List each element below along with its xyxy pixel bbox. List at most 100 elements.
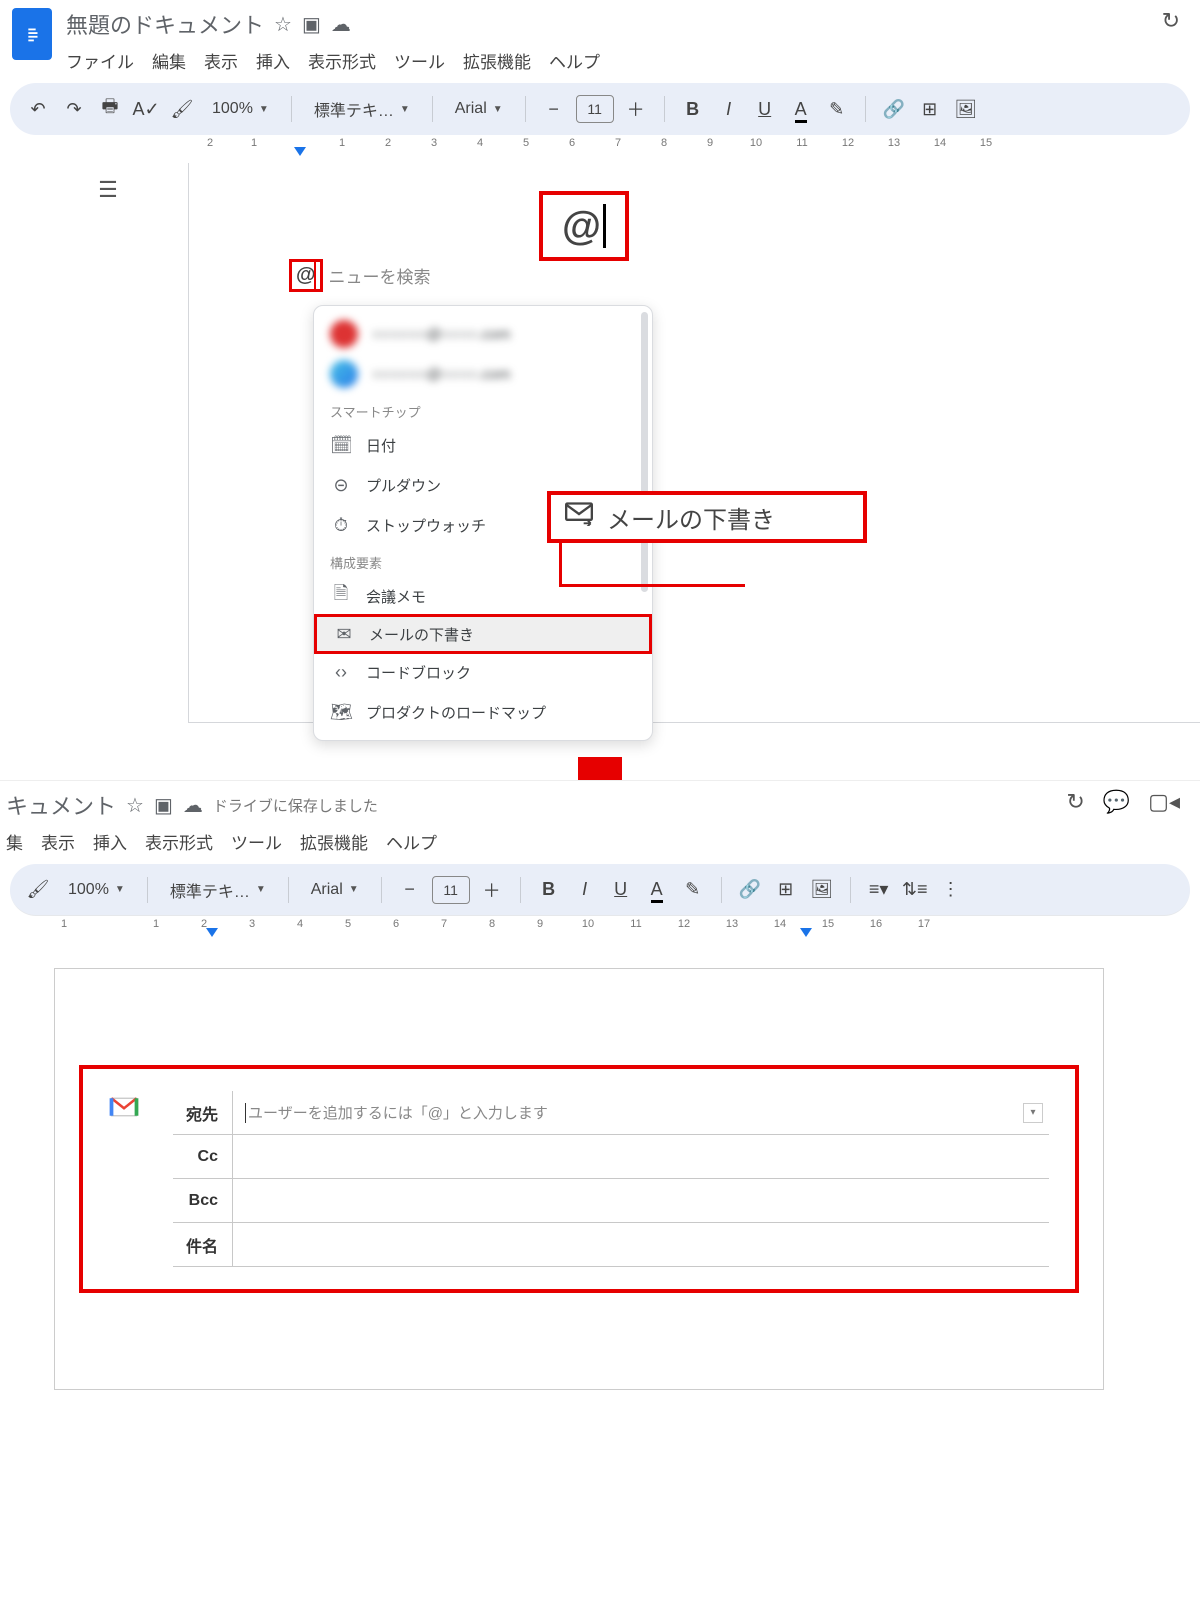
more-button[interactable]: ⋮	[937, 873, 965, 907]
bold-button[interactable]: B	[679, 92, 707, 126]
star-icon[interactable]: ☆	[126, 793, 144, 818]
insert-image-button[interactable]: 🖼	[952, 92, 980, 126]
annotation-at-zoom: @	[539, 191, 629, 261]
undo-button[interactable]: ↶	[24, 92, 52, 126]
field-label-to: 宛先	[173, 1091, 233, 1134]
menu-insert[interactable]: 挿入	[256, 48, 290, 73]
move-folder-icon[interactable]: ▣	[302, 12, 321, 37]
code-icon: ‹›	[330, 662, 352, 683]
line-spacing-button[interactable]: ⇅≡	[901, 873, 929, 907]
calendar-icon: 🗓	[330, 435, 352, 456]
horizontal-ruler: 1 1 2 3 4 5 6 7 8 9 10 11 12 13 14 15 16…	[0, 916, 1200, 944]
comments-icon[interactable]: 💬	[1103, 789, 1130, 815]
field-label-subject: 件名	[173, 1223, 233, 1266]
menu-help[interactable]: ヘルプ	[386, 829, 437, 854]
star-icon[interactable]: ☆	[274, 12, 292, 37]
menu-extensions[interactable]: 拡張機能	[463, 48, 531, 73]
mail-send-icon	[565, 502, 593, 533]
field-input-subject[interactable]	[233, 1223, 1049, 1266]
stopwatch-icon: ⏱	[330, 515, 352, 536]
popup-item-date[interactable]: 🗓日付	[314, 425, 652, 465]
history-icon[interactable]: ↻	[1066, 789, 1084, 815]
underline-button[interactable]: U	[751, 92, 779, 126]
doc-title-partial[interactable]: キュメント	[6, 789, 116, 821]
popup-section-smartchip: スマートチップ	[314, 394, 652, 425]
font-size-increase[interactable]: ＋	[622, 92, 650, 126]
email-draft-block[interactable]: 宛先 ユーザーを追加するには「@」と入力します ▾ Cc Bcc 件名	[79, 1065, 1079, 1293]
insert-link-button[interactable]: 🔗	[880, 92, 908, 126]
move-folder-icon[interactable]: ▣	[154, 793, 173, 818]
toolbar: ↶ ↷ 🖶 A✓ 🖌 100%▼ 標準テキ…▼ Arial▼ − 11 ＋ B …	[10, 83, 1190, 135]
menu-format[interactable]: 表示形式	[145, 829, 213, 854]
redo-button[interactable]: ↷	[60, 92, 88, 126]
font-size-decrease[interactable]: −	[540, 92, 568, 126]
doc-icon: 🗎	[330, 581, 352, 611]
horizontal-ruler: 2 1 1 2 3 4 5 6 7 8 9 10 11 12 13 14 15	[0, 135, 1200, 163]
document-page[interactable]: 宛先 ユーザーを追加するには「@」と入力します ▾ Cc Bcc 件名	[54, 968, 1104, 1390]
gmail-icon	[109, 1095, 139, 1125]
font-dropdown[interactable]: Arial▼	[447, 100, 511, 118]
font-dropdown[interactable]: Arial▼	[303, 881, 367, 899]
save-status-text: ドライブに保存しました	[213, 795, 378, 816]
history-icon[interactable]: ↻	[1162, 8, 1180, 34]
insert-comment-button[interactable]: ⊞	[916, 92, 944, 126]
highlight-button[interactable]: ✎	[679, 873, 707, 907]
menu-view[interactable]: 表示	[204, 48, 238, 73]
spellcheck-button[interactable]: A✓	[132, 92, 160, 126]
paint-format-button[interactable]: 🖌	[168, 92, 196, 126]
mail-send-icon: ✉	[333, 624, 355, 645]
contact-suggestion[interactable]: ○○○○○○@○○○○.com	[314, 354, 652, 394]
zoom-dropdown[interactable]: 100%▼	[60, 881, 133, 899]
insert-image-button[interactable]: 🖼	[808, 873, 836, 907]
menu-file[interactable]: ファイル	[66, 48, 134, 73]
field-input-to[interactable]: ユーザーを追加するには「@」と入力します	[233, 1091, 1023, 1134]
menu-edit[interactable]: 集	[6, 829, 23, 854]
text-color-button[interactable]: A	[643, 873, 671, 907]
vertical-ruler	[0, 163, 28, 723]
underline-button[interactable]: U	[607, 873, 635, 907]
font-size-increase[interactable]: ＋	[478, 873, 506, 907]
print-button[interactable]: 🖶	[96, 92, 124, 126]
field-input-cc[interactable]	[233, 1135, 1049, 1178]
font-size-input[interactable]: 11	[576, 95, 614, 123]
menu-insert[interactable]: 挿入	[93, 829, 127, 854]
popup-item-code-block[interactable]: ‹›コードブロック	[314, 652, 652, 692]
docs-app-icon[interactable]	[12, 8, 52, 60]
menu-help[interactable]: ヘルプ	[549, 48, 600, 73]
menu-tools[interactable]: ツール	[231, 829, 282, 854]
to-dropdown-icon[interactable]: ▾	[1023, 1103, 1043, 1123]
contact-suggestion[interactable]: ○○○○○○@○○○○.com	[314, 314, 652, 354]
menu-view[interactable]: 表示	[41, 829, 75, 854]
menu-edit[interactable]: 編集	[152, 48, 186, 73]
menu-format[interactable]: 表示形式	[308, 48, 376, 73]
zoom-dropdown[interactable]: 100%▼	[204, 100, 277, 118]
popup-item-roadmap[interactable]: 🗺プロダクトのロードマップ	[314, 692, 652, 732]
document-page[interactable]: @ ニューを検索 @ ○○○○○○@○○○○.com ○○○○○○@○○○○.c…	[188, 163, 1200, 723]
outline-toggle-icon[interactable]: ☰	[98, 177, 118, 723]
insert-link-button[interactable]: 🔗	[736, 873, 764, 907]
toolbar: 🖌 100%▼ 標準テキ…▼ Arial▼ − 11 ＋ B I U A ✎ 🔗…	[10, 864, 1190, 916]
paint-format-button[interactable]: 🖌	[24, 873, 52, 907]
highlight-button[interactable]: ✎	[823, 92, 851, 126]
pill-icon: ⊝	[330, 475, 352, 496]
field-label-cc: Cc	[173, 1135, 233, 1178]
annotation-connector	[314, 261, 582, 291]
paragraph-style-dropdown[interactable]: 標準テキ…▼	[306, 97, 418, 121]
doc-title[interactable]: 無題のドキュメント	[66, 8, 264, 40]
field-input-bcc[interactable]	[233, 1179, 1049, 1222]
font-size-decrease[interactable]: −	[396, 873, 424, 907]
text-color-button[interactable]: A	[787, 92, 815, 126]
paragraph-style-dropdown[interactable]: 標準テキ…▼	[162, 878, 274, 902]
bold-button[interactable]: B	[535, 873, 563, 907]
menu-extensions[interactable]: 拡張機能	[300, 829, 368, 854]
italic-button[interactable]: I	[715, 92, 743, 126]
map-icon: 🗺	[330, 702, 352, 723]
meet-icon[interactable]: ▢◂	[1148, 789, 1180, 815]
field-label-bcc: Bcc	[173, 1179, 233, 1222]
italic-button[interactable]: I	[571, 873, 599, 907]
menu-tools[interactable]: ツール	[394, 48, 445, 73]
font-size-input[interactable]: 11	[432, 876, 470, 904]
align-button[interactable]: ≡▾	[865, 873, 893, 907]
popup-item-email-draft[interactable]: ✉メールの下書き	[314, 614, 652, 654]
insert-comment-button[interactable]: ⊞	[772, 873, 800, 907]
